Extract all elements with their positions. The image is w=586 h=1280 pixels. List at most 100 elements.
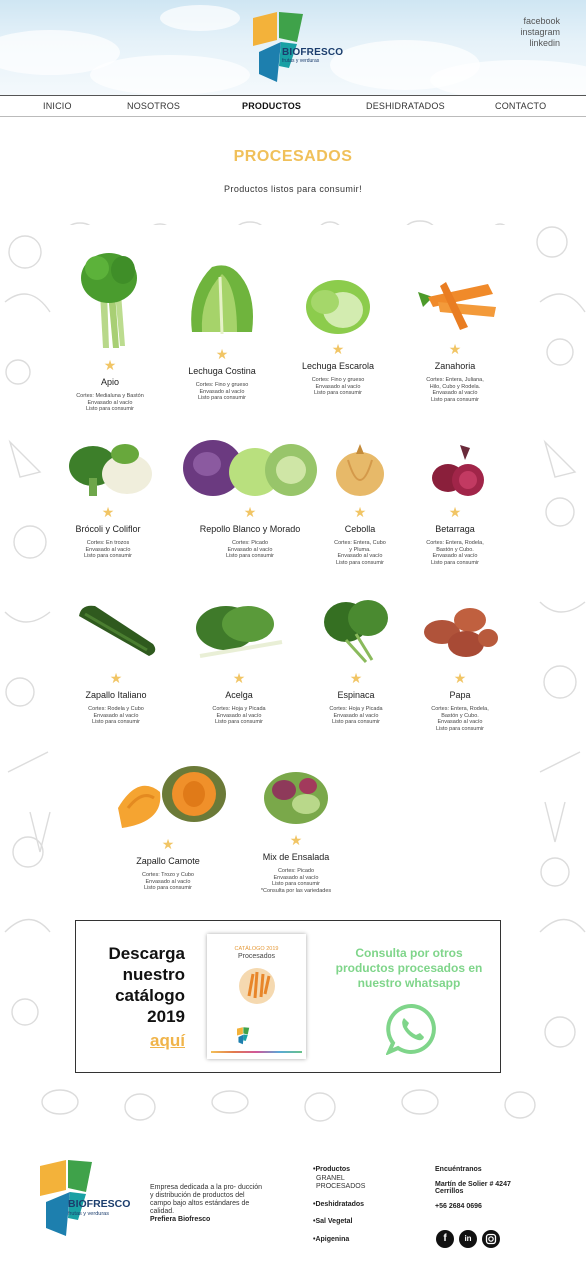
header: BIOFRESCO frutas y verduras facebook ins… bbox=[0, 0, 586, 95]
star-icon: ★ bbox=[453, 670, 467, 686]
footer-address-line2: Cerrillos bbox=[435, 1188, 464, 1195]
product-card[interactable]: ★ Apio Cortes: Medialuna y Bastón Envasad… bbox=[45, 248, 175, 413]
footer-linkedin-icon[interactable]: in bbox=[459, 1230, 477, 1248]
zucchini-icon bbox=[79, 605, 156, 656]
catalog-title: Procesados bbox=[238, 953, 275, 960]
celery-icon bbox=[81, 253, 137, 348]
product-description: Cortes: Entera, Rodela, Bastón y Cubo. Env… bbox=[431, 706, 489, 732]
catalog-year: CATÁLOGO 2019 bbox=[234, 946, 279, 952]
footer-description: Empresa dedicada a la pro- ducción y dis… bbox=[150, 1184, 263, 1223]
product-description: Cortes: Fino y grueso Envasado al vacío Li… bbox=[311, 377, 365, 396]
escarole-lettuce-icon bbox=[306, 280, 370, 334]
broccoli-cauliflower-icon bbox=[68, 444, 152, 496]
logo-text: BIOFRESCO frutas y verduras bbox=[282, 47, 343, 64]
footer-contact: Encuéntranos Martín de Solier # 4247 Cer… bbox=[435, 1166, 511, 1210]
nav-contacto[interactable]: CONTACTO bbox=[495, 101, 546, 111]
catalog-cover[interactable]: CATÁLOGO 2019 Procesados bbox=[207, 934, 306, 1059]
product-card[interactable]: ★ Zanahoria Cortes: Entera, Juliana, Hilo… bbox=[390, 272, 520, 403]
footer-link-procesados[interactable]: PROCESADOS bbox=[316, 1183, 365, 1192]
nav-nosotros[interactable]: NOSOTROS bbox=[127, 101, 180, 111]
main-nav: INICIO NOSOTROS PRODUCTOS DESHIDRATADOS … bbox=[0, 95, 586, 117]
catalog-download-heading: Descarga nuestro catálogo 2019 bbox=[108, 944, 185, 1026]
page-title: PROCESADOS bbox=[233, 148, 353, 165]
footer-link-deshidratados[interactable]: •Deshidratados bbox=[313, 1201, 365, 1210]
pumpkin-icon bbox=[118, 766, 226, 828]
carrots-icon bbox=[417, 282, 496, 330]
star-icon: ★ bbox=[289, 832, 303, 848]
romaine-lettuce-icon bbox=[191, 265, 253, 335]
product-name: Zanahoria bbox=[434, 361, 476, 371]
footer-instagram-icon[interactable] bbox=[482, 1230, 500, 1248]
product-card[interactable]: ★ Betarraga Cortes: Entera, Rodela, Bastó… bbox=[390, 440, 520, 566]
spinach-icon bbox=[324, 600, 388, 664]
potatoes-icon bbox=[424, 608, 498, 657]
product-description: Cortes: Hoja y Picada Envasado al vacío Li… bbox=[212, 706, 266, 725]
instagram-link[interactable]: instagram bbox=[520, 27, 560, 38]
footer: BIOFRESCO frutas y verduras Empresa dedi… bbox=[0, 1138, 586, 1280]
product-card[interactable]: ★ Zapallo Italiano Cortes: Rodela y Cubo… bbox=[51, 598, 181, 726]
whatsapp-icon[interactable] bbox=[386, 1003, 438, 1055]
footer-logo-name: BIOFRESCO bbox=[68, 1198, 131, 1210]
product-card[interactable]: ★ Acelga Cortes: Hoja y Picada Envasado a… bbox=[174, 598, 304, 726]
catalog-color-strip bbox=[211, 1051, 302, 1053]
footer-product-links: •Productos GRANEL PROCESADOS •Deshidrata… bbox=[313, 1166, 365, 1244]
star-icon: ★ bbox=[232, 670, 246, 686]
star-icon: ★ bbox=[448, 504, 462, 520]
product-description: Cortes: Medialuna y Bastón Envasado al va… bbox=[76, 393, 144, 412]
footer-link-apigenina[interactable]: •Apigenina bbox=[313, 1236, 365, 1245]
product-name: Brócoli y Coliflor bbox=[75, 524, 141, 534]
page-subtitle: Productos listos para consumir! bbox=[224, 184, 362, 194]
product-name: Papa bbox=[449, 690, 471, 700]
linkedin-link[interactable]: linkedin bbox=[520, 38, 560, 49]
product-name: Acelga bbox=[225, 690, 253, 700]
product-description: Cortes: Fino y grueso Envasado al vacío Li… bbox=[195, 382, 249, 401]
product-name: Lechuga Escarola bbox=[301, 361, 375, 371]
product-card[interactable]: ★ Zapallo Camote Cortes: Trozo y Cubo Env… bbox=[103, 764, 233, 892]
catalog-promo: Descarga nuestro catálogo 2019 aquí CATÁ… bbox=[75, 920, 501, 1073]
star-icon: ★ bbox=[215, 346, 229, 362]
star-icon: ★ bbox=[161, 836, 175, 852]
footer-logo-tagline: frutas y verduras bbox=[68, 1211, 109, 1217]
product-name: Betarraga bbox=[435, 524, 475, 534]
star-icon: ★ bbox=[448, 341, 462, 357]
facebook-link[interactable]: facebook bbox=[520, 16, 560, 27]
product-name: Zapallo Italiano bbox=[85, 690, 147, 700]
footer-contact-title: Encuéntranos bbox=[435, 1166, 482, 1173]
product-name: Zapallo Camote bbox=[136, 856, 200, 866]
footer-link-sal-vegetal[interactable]: •Sal Vegetal bbox=[313, 1218, 365, 1227]
product-card[interactable]: ★ Lechuga Costina Cortes: Fino y grueso E… bbox=[157, 262, 287, 402]
product-card[interactable]: ★ Brócoli y Coliflor Cortes: En trozos En… bbox=[43, 440, 173, 560]
product-name: Lechuga Costina bbox=[188, 366, 256, 376]
nav-deshidratados[interactable]: DESHIDRATADOS bbox=[366, 101, 445, 111]
nav-productos[interactable]: PRODUCTOS bbox=[242, 101, 301, 111]
beet-icon bbox=[432, 445, 484, 496]
product-description: Cortes: En trozos Envasado al vacío Listo … bbox=[84, 540, 132, 559]
star-icon: ★ bbox=[331, 341, 345, 357]
salad-mix-icon bbox=[264, 772, 328, 824]
product-name: Mix de Ensalada bbox=[262, 852, 330, 862]
product-card[interactable]: ★ Papa Cortes: Entera, Rodela, Bastón y C… bbox=[395, 598, 525, 732]
catalog-download-link[interactable]: aquí bbox=[150, 1031, 185, 1051]
product-description: Cortes: Entera, Rodela, Bastón y Cubo. Env… bbox=[426, 540, 484, 566]
product-card[interactable]: ★ Mix de Ensalada Cortes: Picado Envasado… bbox=[231, 764, 361, 894]
product-card[interactable]: ★ Lechuga Escarola Cortes: Fino y grueso… bbox=[273, 272, 403, 397]
nav-inicio[interactable]: INICIO bbox=[43, 101, 72, 111]
footer-phone[interactable]: +56 2684 0696 bbox=[435, 1203, 511, 1210]
catalog-fries-icon bbox=[239, 968, 275, 1004]
logo-name: BIOFRESCO bbox=[282, 47, 344, 58]
footer-facebook-icon[interactable]: f bbox=[436, 1230, 454, 1248]
onion-icon bbox=[336, 444, 384, 496]
product-description: Cortes: Trozo y Cubo Envasado al vacío Lis… bbox=[142, 872, 194, 891]
star-icon: ★ bbox=[101, 504, 115, 520]
product-description: Cortes: Picado Envasado al vacío Listo par… bbox=[260, 868, 332, 894]
footer-motto: Prefiera Biofresco bbox=[150, 1216, 211, 1223]
logo-tagline: frutas y verduras bbox=[282, 58, 320, 64]
footer-link-productos[interactable]: •Productos bbox=[313, 1166, 365, 1175]
catalog-logo-icon bbox=[237, 1027, 250, 1045]
product-name: Apio bbox=[100, 377, 119, 387]
whatsapp-cta-text: Consulta por otros productos procesados … bbox=[335, 946, 483, 990]
footer-link-granel[interactable]: GRANEL bbox=[316, 1175, 365, 1184]
star-icon: ★ bbox=[103, 357, 117, 373]
star-icon: ★ bbox=[109, 670, 123, 686]
product-description: Cortes: Entera, Juliana, Hilo, Cubo y Rod… bbox=[426, 377, 484, 403]
